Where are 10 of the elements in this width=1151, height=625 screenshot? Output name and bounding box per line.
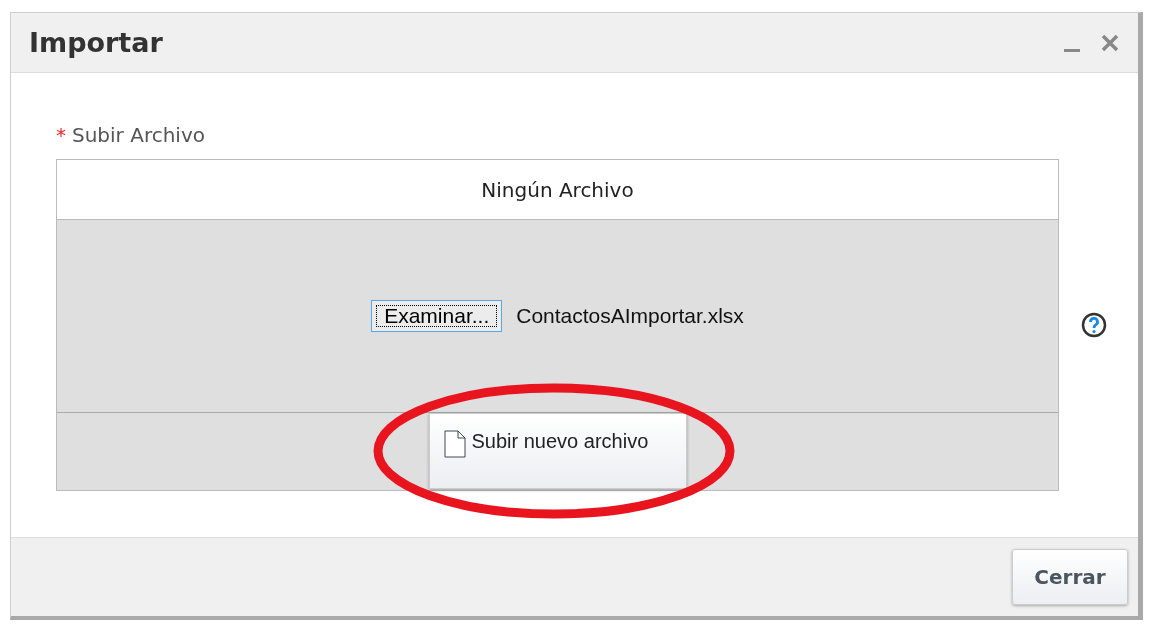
file-name: ContactosAImportar.xlsx [516,304,744,328]
upload-button[interactable]: Subir nuevo archivo [428,413,687,489]
close-icon[interactable] [1100,32,1120,53]
browse-button[interactable]: Examinar... [371,300,503,332]
required-mark: * [56,123,66,147]
document-icon [443,430,466,458]
window-title: Importar [29,27,164,58]
help-icon[interactable] [1081,312,1107,338]
close-button[interactable]: Cerrar [1012,549,1128,605]
field-label: Subir Archivo [72,123,205,147]
